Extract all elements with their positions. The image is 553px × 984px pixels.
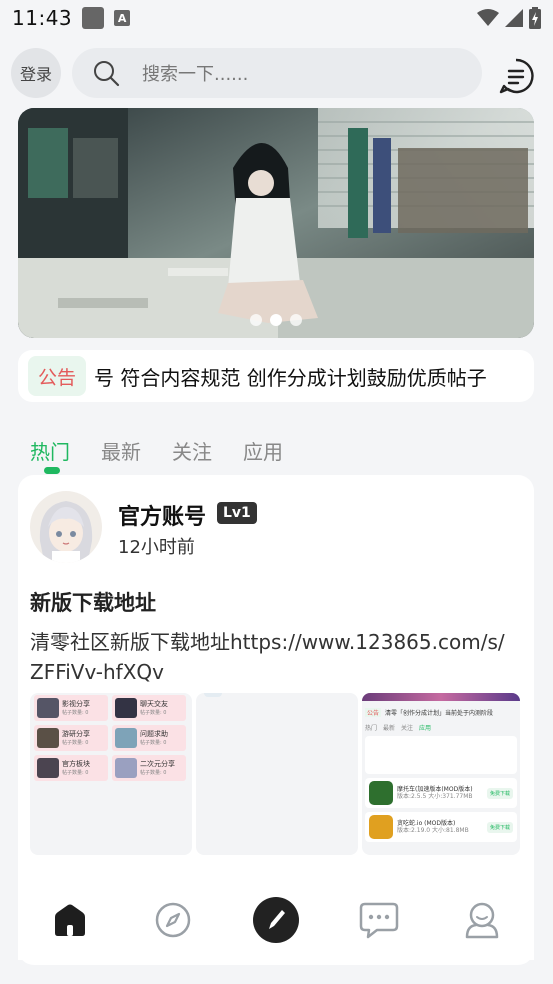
signal-icon [505, 9, 523, 27]
post-image-2[interactable] [196, 693, 358, 855]
category-count: 帖子数量: 0 [140, 739, 167, 746]
category-image [115, 728, 137, 748]
mini-app-meta: 版本:2.5.5 大小:371.77MB [397, 793, 473, 800]
notice-tag: 公告 [28, 356, 87, 396]
search-input[interactable]: 搜索一下...... [142, 60, 248, 86]
status-time: 11:43 [12, 6, 73, 30]
category-image [37, 698, 59, 718]
mini-app-name: 摩托车(加速版本(MOD版本) [397, 786, 473, 793]
compass-icon [155, 902, 191, 938]
tab-latest[interactable]: 最新 [101, 436, 141, 465]
post-image-3[interactable]: 公告 清零「创作分成计划」当前处于内测阶段 热门 最新 关注 应用 摩托车(加速版… [362, 693, 520, 855]
mini-tab: 热门 [365, 725, 378, 732]
mini-notice-tag: 公告 [365, 707, 382, 717]
category-item: 问题求助 帖子数量: 0 [112, 725, 186, 751]
nav-messages[interactable] [354, 895, 404, 945]
mini-tab: 关注 [401, 725, 414, 732]
mini-app-item: 摩托车(加速版本(MOD版本) 版本:2.5.5 大小:371.77MB 免费下载 [365, 778, 517, 808]
notice-bar[interactable]: 公告 号 符合内容规范 创作分成计划鼓励优质帖子 [18, 350, 534, 402]
post-image-1[interactable]: 影视分享 帖子数量: 0 聊天交友 帖子数量: 0 游研分享 帖子数量: 0 问题求助… [30, 693, 192, 855]
notice-text: 号 符合内容规范 创作分成计划鼓励优质帖子 [94, 365, 487, 390]
avatar-image [30, 491, 102, 563]
mini-app-button: 免费下载 [486, 821, 513, 833]
mini-tab-active: 应用 [419, 725, 432, 732]
status-bar: 11:43 A [0, 0, 553, 36]
mini-notice: 公告 清零「创作分成计划」当前处于内测阶段 [365, 705, 517, 719]
nav-home[interactable] [45, 895, 95, 945]
banner-image [18, 108, 534, 338]
post-time: 12小时前 [118, 537, 195, 558]
feed-tabs: 热门 最新 关注 应用 [30, 436, 283, 474]
category-image [115, 758, 137, 778]
category-name: 游研分享 [62, 729, 90, 738]
category-count: 帖子数量: 0 [62, 769, 89, 776]
category-count: 帖子数量: 0 [62, 709, 89, 716]
author-name[interactable]: 官方账号 [118, 499, 206, 531]
status-left: 11:43 A [12, 6, 131, 30]
top-bar: 登录 搜索一下...... [0, 46, 553, 100]
battery-icon [529, 7, 541, 29]
mini-app-icon [369, 815, 393, 839]
category-count: 帖子数量: 0 [140, 769, 167, 776]
mini-card [365, 736, 517, 774]
mini-banner [362, 693, 520, 701]
carousel-dot[interactable] [250, 314, 262, 326]
status-right [477, 7, 541, 29]
category-grid: 影视分享 帖子数量: 0 聊天交友 帖子数量: 0 游研分享 帖子数量: 0 问题求助… [34, 695, 186, 781]
category-item: 聊天交友 帖子数量: 0 [112, 695, 186, 721]
category-image [37, 758, 59, 778]
notification-a-icon: A [114, 10, 131, 26]
category-name: 二次元分享 [140, 759, 175, 768]
banner-carousel[interactable] [18, 108, 534, 338]
mini-app-item: 贪吃蛇.io (MOD版本) 版本:2.19.0 大小:81.8MB 免费下载 [365, 812, 517, 842]
tab-hot[interactable]: 热门 [30, 436, 70, 474]
mini-tab: 最新 [383, 725, 396, 732]
post-images: 影视分享 帖子数量: 0 聊天交友 帖子数量: 0 游研分享 帖子数量: 0 问题求助… [30, 693, 520, 855]
carousel-dots [18, 314, 534, 326]
category-count: 帖子数量: 0 [140, 709, 167, 716]
carousel-dot-active[interactable] [270, 314, 282, 326]
nav-discover[interactable] [148, 895, 198, 945]
tab-following[interactable]: 关注 [172, 436, 212, 465]
category-item: 官方板块 帖子数量: 0 [34, 755, 108, 781]
category-item: 影视分享 帖子数量: 0 [34, 695, 108, 721]
category-name: 问题求助 [140, 729, 168, 738]
mini-app-button: 免费下载 [486, 787, 513, 799]
wifi-icon [477, 9, 499, 26]
post-body[interactable]: 清零社区新版下载地址https://www.123865.com/s/ZFFiV… [30, 627, 510, 687]
post-title: 新版下载地址 [30, 591, 156, 615]
category-item: 游研分享 帖子数量: 0 [34, 725, 108, 751]
notification-app-icon [82, 7, 105, 29]
nav-profile[interactable] [457, 895, 507, 945]
message-icon [359, 902, 399, 939]
message-list-icon[interactable] [496, 56, 536, 96]
profile-icon [466, 902, 499, 939]
nav-create[interactable] [251, 895, 301, 945]
mini-notice-text: 清零「创作分成计划」当前处于内测阶段 [385, 709, 494, 717]
carousel-dot[interactable] [290, 314, 302, 326]
level-badge: Lv1 [217, 502, 257, 524]
category-name: 官方板块 [62, 759, 90, 768]
tab-apps[interactable]: 应用 [243, 436, 283, 465]
category-image [37, 728, 59, 748]
category-name: 影视分享 [62, 699, 90, 708]
edit-icon [252, 897, 299, 943]
category-item: 二次元分享 帖子数量: 0 [112, 755, 186, 781]
category-image [115, 698, 137, 718]
login-button[interactable]: 登录 [11, 48, 61, 98]
home-icon [54, 904, 85, 936]
bottom-nav [18, 880, 534, 960]
category-count: 帖子数量: 0 [62, 739, 89, 746]
mini-app-meta: 版本:2.19.0 大小:81.8MB [397, 827, 469, 834]
search-icon [94, 61, 120, 87]
category-name: 聊天交友 [140, 699, 168, 708]
mini-app-icon [369, 781, 393, 805]
avatar[interactable] [30, 491, 102, 563]
image-blank [204, 693, 222, 697]
mini-tabs: 热门 最新 关注 应用 [365, 723, 517, 732]
mini-app-name: 贪吃蛇.io (MOD版本) [397, 820, 456, 827]
search-bar[interactable]: 搜索一下...... [72, 48, 482, 98]
